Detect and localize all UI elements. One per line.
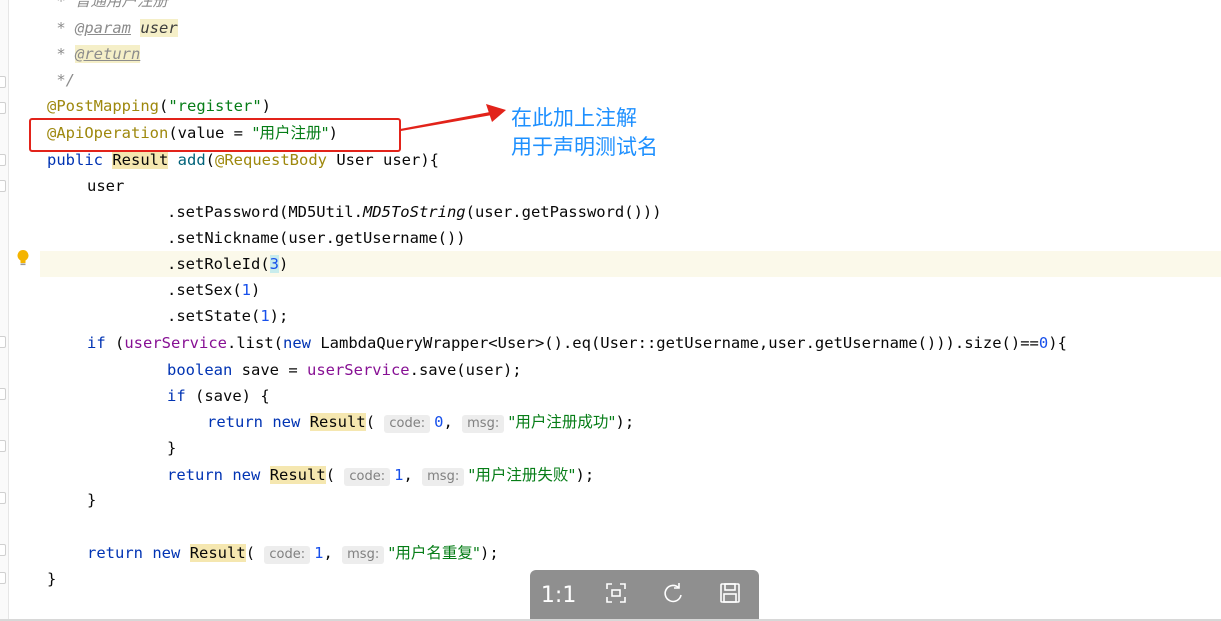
doc-comment-return: * @return xyxy=(47,45,141,63)
param-hint-msg: msg: xyxy=(342,546,385,564)
annotation-note-line2: 用于声明测试名 xyxy=(511,135,658,159)
rotate-icon xyxy=(662,582,684,610)
annotation-note-line1: 在此加上注解 xyxy=(511,106,637,130)
doc-comment-param: * @param user xyxy=(47,19,178,37)
set-password-line: .setPassword(MD5Util.MD5ToString(user.ge… xyxy=(167,203,662,221)
annotation-highlight-box xyxy=(29,118,401,152)
doc-comment-title: * 普通用户注册 xyxy=(47,0,168,10)
if-exists-line: if (userService.list(new LambdaQueryWrap… xyxy=(87,334,1067,352)
fold-marker[interactable] xyxy=(0,440,6,452)
fit-screen-icon xyxy=(605,582,627,610)
doc-comment-end: */ xyxy=(47,71,75,89)
fit-screen-button[interactable] xyxy=(596,576,636,616)
save-button[interactable] xyxy=(710,576,750,616)
user-variable-line: user xyxy=(87,177,125,195)
save-line: boolean save = userService.save(user); xyxy=(167,361,522,379)
actual-size-button[interactable]: 1:1 xyxy=(539,576,579,616)
return-success-line: return new Result( code: 0, msg: "用户注册成功")… xyxy=(207,413,635,433)
fold-marker[interactable] xyxy=(0,492,6,504)
fold-marker[interactable] xyxy=(0,388,6,400)
fold-marker[interactable] xyxy=(0,572,6,584)
param-hint-code: code: xyxy=(264,546,311,564)
set-nickname-line: .setNickname(user.getUsername()) xyxy=(167,229,466,247)
param-hint-code: code: xyxy=(344,468,391,486)
annotation-arrow-icon xyxy=(400,104,506,131)
close-brace: } xyxy=(87,491,97,509)
editor-gutter xyxy=(0,0,9,621)
if-save-line: if (save) { xyxy=(167,387,270,405)
rotate-button[interactable] xyxy=(653,576,693,616)
image-viewer-toolbar: 1:1 xyxy=(530,570,759,621)
fold-marker[interactable] xyxy=(0,544,6,556)
save-icon xyxy=(719,582,741,610)
return-duplicate-line: return new Result( code: 1, msg: "用户名重复"); xyxy=(87,544,499,564)
set-sex-line: .setSex(1) xyxy=(167,281,261,299)
fold-marker[interactable] xyxy=(0,336,6,348)
param-hint-code: code: xyxy=(384,415,431,433)
fold-marker[interactable] xyxy=(0,180,6,192)
fold-marker[interactable] xyxy=(0,154,6,166)
close-brace: } xyxy=(167,439,177,457)
return-fail-line: return new Result( code: 1, msg: "用户注册失败")… xyxy=(167,466,595,486)
post-mapping-line: @PostMapping("register") xyxy=(47,97,271,115)
close-brace: } xyxy=(47,570,57,588)
param-hint-msg: msg: xyxy=(422,468,465,486)
set-state-line: .setState(1); xyxy=(167,307,289,325)
annotation-note: 在此加上注解 用于声明测试名 xyxy=(511,104,658,162)
lightbulb-icon[interactable] xyxy=(16,249,30,271)
set-roleid-line: .setRoleId(3) xyxy=(167,255,289,273)
param-hint-msg: msg: xyxy=(462,415,505,433)
fold-marker[interactable] xyxy=(0,102,6,114)
fold-marker[interactable] xyxy=(0,76,6,88)
